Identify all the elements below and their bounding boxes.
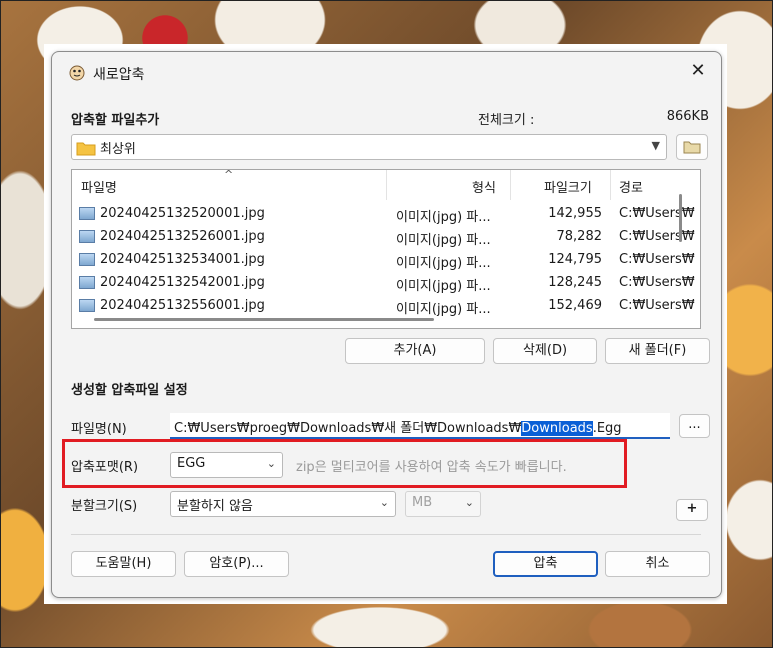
image-file-icon (79, 207, 95, 220)
filename-value: C:₩Users₩proeg₩Downloads₩새 폴더₩Downloads₩… (174, 417, 622, 436)
add-button[interactable]: 추가(A) (345, 338, 485, 364)
delete-button[interactable]: 삭제(D) (493, 338, 597, 364)
row-type: 이미지(jpg) 파... (396, 302, 491, 317)
table-row[interactable]: 20240425132534001.jpg 이미지(jpg) 파... 124,… (72, 248, 700, 271)
add-button-label: 추가(A) (393, 343, 437, 358)
password-button[interactable]: 암호(P)... (184, 551, 289, 577)
compress-button-label: 압축 (533, 556, 558, 571)
table-row[interactable]: 20240425132520001.jpg 이미지(jpg) 파... 142,… (72, 202, 700, 225)
row-filename: 20240425132542001.jpg (100, 275, 265, 290)
row-path: C:₩Users₩ (619, 206, 695, 221)
compress-button[interactable]: 압축 (493, 551, 598, 577)
row-path: C:₩Users₩ (619, 229, 695, 244)
add-files-heading: 압축할 파일추가 (71, 113, 160, 128)
split-unit-select: MB ⌄ (405, 491, 481, 517)
new-folder-button[interactable]: 새 폴더(F) (605, 338, 710, 364)
filename-field[interactable]: C:₩Users₩proeg₩Downloads₩새 폴더₩Downloads₩… (170, 413, 670, 439)
delete-button-label: 삭제(D) (522, 343, 568, 358)
row-type: 이미지(jpg) 파... (396, 233, 491, 248)
row-path: C:₩Users₩ (619, 298, 695, 313)
format-select-value: EGG (177, 456, 206, 471)
column-header-type[interactable]: 형식 (472, 177, 496, 196)
split-select-value: 분할하지 않음 (177, 499, 253, 514)
row-type: 이미지(jpg) 파... (396, 279, 491, 294)
chevron-down-icon: ⌄ (379, 496, 389, 509)
chevron-down-icon: ⌄ (464, 496, 474, 509)
folder-icon (76, 142, 96, 156)
file-list-header: ^ 파일명 형식 파일크기 경로 (72, 170, 700, 200)
format-hint: zip은 멀티코어를 사용하여 압축 속도가 빠릅니다. (296, 460, 567, 475)
filename-selection: Downloads (521, 421, 593, 436)
column-header-name[interactable]: 파일명 (81, 177, 117, 196)
image-file-icon (79, 253, 95, 266)
filename-label: 파일명(N) (71, 422, 127, 437)
image-file-icon (79, 276, 95, 289)
column-divider (510, 170, 511, 200)
divider (71, 534, 701, 535)
row-type: 이미지(jpg) 파... (396, 256, 491, 271)
cancel-button-label: 취소 (645, 556, 670, 571)
browse-folder-button[interactable] (676, 134, 708, 160)
close-icon[interactable]: ✕ (687, 62, 709, 82)
plus-icon: + (686, 501, 698, 516)
chevron-down-icon: ⌄ (266, 457, 276, 470)
table-row[interactable]: 20240425132556001.jpg 이미지(jpg) 파... 152,… (72, 294, 700, 317)
vertical-scrollbar[interactable] (679, 194, 682, 242)
row-path: C:₩Users₩ (619, 252, 695, 267)
table-row[interactable]: 20240425132526001.jpg 이미지(jpg) 파... 78,2… (72, 225, 700, 248)
sort-ascending-icon: ^ (224, 169, 234, 181)
password-button-label: 암호(P)... (209, 556, 264, 571)
browse-label: ... (688, 417, 701, 432)
row-filename: 20240425132534001.jpg (100, 252, 265, 267)
row-size: 142,955 (548, 206, 602, 221)
filename-suffix: .Egg (592, 421, 622, 436)
help-button-label: 도움말(H) (95, 556, 152, 571)
row-filename: 20240425132526001.jpg (100, 229, 265, 244)
dialog-title: 새로압축 (93, 67, 145, 83)
column-divider (610, 170, 611, 200)
row-size: 78,282 (556, 229, 603, 244)
column-divider (386, 170, 387, 200)
row-size: 152,469 (548, 298, 602, 313)
row-size: 128,245 (548, 275, 602, 290)
row-filename: 20240425132520001.jpg (100, 206, 265, 221)
split-unit-value: MB (412, 495, 433, 510)
browse-filename-button[interactable]: ... (679, 414, 710, 438)
format-select[interactable]: EGG ⌄ (170, 452, 283, 478)
file-list[interactable]: ^ 파일명 형식 파일크기 경로 20240425132520001.jpg 이… (71, 169, 701, 329)
new-archive-dialog: 새로압축 ✕ 압축할 파일추가 전체크기 : 866KB 최상위 ▼ ^ 파일명… (51, 51, 722, 598)
help-button[interactable]: 도움말(H) (71, 551, 176, 577)
folder-open-icon (683, 141, 701, 154)
image-file-icon (79, 299, 95, 312)
split-label: 분할크기(S) (71, 499, 138, 514)
horizontal-scrollbar[interactable] (94, 318, 434, 321)
total-size-label: 전체크기 : (478, 113, 535, 128)
expand-options-button[interactable]: + (676, 499, 708, 521)
cancel-button[interactable]: 취소 (605, 551, 710, 577)
chevron-down-icon: ▼ (651, 139, 660, 152)
split-select[interactable]: 분할하지 않음 ⌄ (170, 491, 396, 517)
format-label: 압축포맷(R) (71, 460, 139, 475)
column-header-path[interactable]: 경로 (619, 177, 643, 196)
column-header-size[interactable]: 파일크기 (544, 177, 592, 196)
row-size: 124,795 (548, 252, 602, 267)
image-file-icon (79, 230, 95, 243)
filename-prefix: C:₩Users₩proeg₩Downloads₩새 폴더₩Downloads₩ (174, 421, 522, 436)
row-filename: 20240425132556001.jpg (100, 298, 265, 313)
row-type: 이미지(jpg) 파... (396, 210, 491, 225)
title-bar: 새로압축 ✕ (52, 52, 721, 92)
row-path: C:₩Users₩ (619, 275, 695, 290)
app-icon (69, 65, 85, 81)
folder-combo-value: 최상위 (100, 142, 136, 157)
new-folder-button-label: 새 폴더(F) (628, 343, 687, 358)
total-size-value: 866KB (666, 109, 709, 124)
table-row[interactable]: 20240425132542001.jpg 이미지(jpg) 파... 128,… (72, 271, 700, 294)
settings-heading: 생성할 압축파일 설정 (71, 383, 188, 398)
folder-combo[interactable]: 최상위 ▼ (71, 134, 667, 160)
